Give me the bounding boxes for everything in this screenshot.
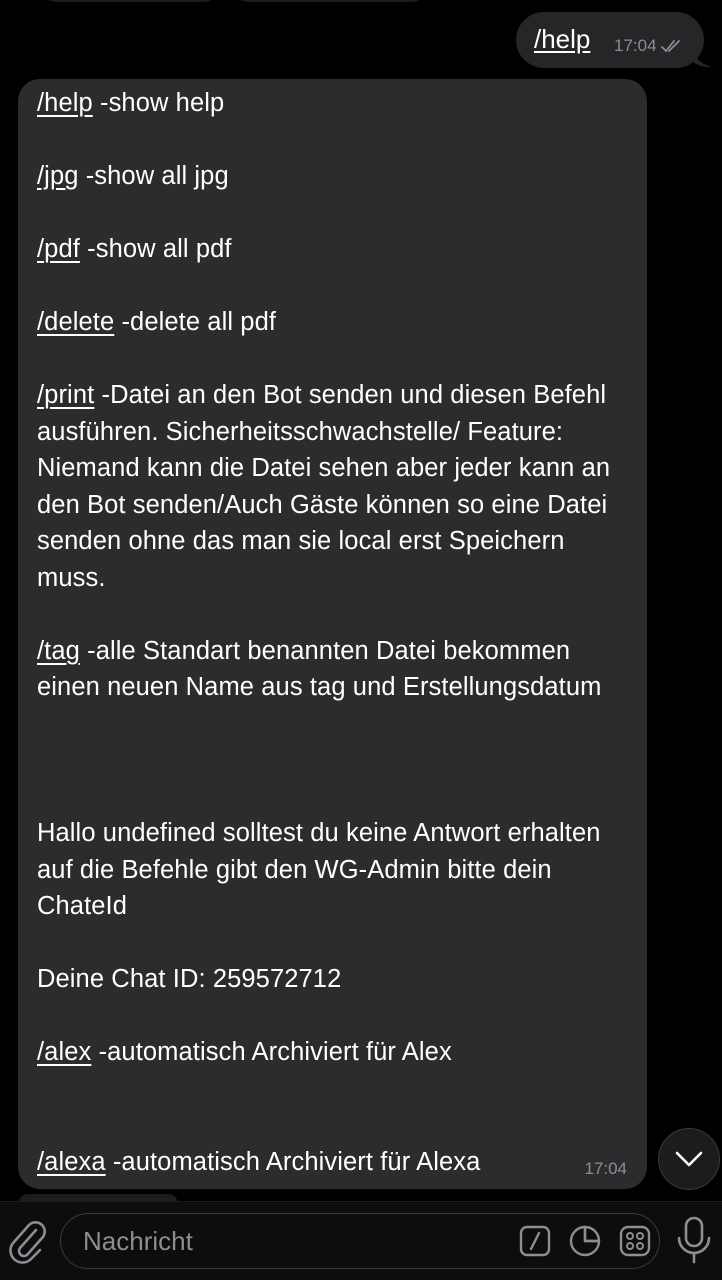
command-line-help: /help -show help — [37, 85, 637, 122]
previous-message-stub — [40, 0, 220, 2]
command-link[interactable]: /jpg — [37, 162, 79, 190]
info-text: Hallo undefined solltest du keine Antwor… — [37, 819, 608, 920]
scroll-down-button[interactable] — [658, 1128, 720, 1190]
command-line-tag: /tag -alle Standart benannten Datei beko… — [37, 633, 637, 706]
incoming-time: 17:04 — [584, 1159, 627, 1178]
microphone-icon[interactable] — [672, 1216, 716, 1266]
outgoing-command[interactable]: /help — [534, 24, 590, 55]
chat-screen: /help 17:04 /help -show help /jpg -show … — [0, 0, 722, 1280]
command-link[interactable]: /tag — [37, 637, 80, 665]
command-line-alex: /alex -automatisch Archiviert für Alex — [37, 1034, 637, 1071]
command-description: -automatisch Archiviert für Alexa — [105, 1147, 481, 1176]
command-description: -show help — [92, 89, 225, 117]
command-description: -show all pdf — [79, 235, 232, 263]
paperclip-icon[interactable] — [6, 1218, 48, 1264]
command-link[interactable]: /alexa — [37, 1148, 106, 1176]
command-description: -automatisch Archiviert für Alex — [91, 1038, 452, 1066]
outgoing-meta: 17:04 — [614, 36, 683, 56]
command-line-jpg: /jpg -show all jpg — [37, 158, 637, 195]
command-description: -show all jpg — [78, 162, 229, 190]
sticker-icon[interactable] — [569, 1225, 601, 1257]
chevron-down-icon — [675, 1151, 703, 1167]
command-link[interactable]: /pdf — [37, 235, 80, 263]
slash-command-icon[interactable] — [519, 1225, 551, 1257]
message-field[interactable] — [60, 1213, 660, 1269]
chat-id-text: Deine Chat ID: 259572712 — [37, 965, 342, 993]
command-link[interactable]: /help — [37, 89, 93, 117]
message-text: /help -show help /jpg -show all jpg /pdf… — [37, 85, 637, 1180]
grid-menu-icon[interactable] — [619, 1225, 651, 1257]
message-composer — [0, 1201, 722, 1280]
command-line-delete: /delete -delete all pdf — [37, 304, 637, 341]
command-link[interactable]: /delete — [37, 308, 114, 336]
command-line-pdf: /pdf -show all pdf — [37, 231, 637, 268]
outgoing-time: 17:04 — [614, 36, 657, 55]
command-link[interactable]: /print — [37, 381, 94, 409]
message-input[interactable] — [81, 1214, 505, 1269]
previous-message-stub — [232, 0, 428, 2]
command-description: -Datei an den Bot senden und diesen Befe… — [37, 381, 618, 592]
bubble-tail — [690, 40, 712, 68]
outgoing-message[interactable]: /help 17:04 — [516, 12, 704, 68]
read-checkmarks-icon — [660, 39, 683, 53]
command-line-alexa: /alexa -automatisch Archiviert für Alexa — [37, 1144, 637, 1181]
command-description: -delete all pdf — [114, 308, 277, 336]
incoming-message[interactable]: /help -show help /jpg -show all jpg /pdf… — [18, 79, 647, 1189]
command-line-print: /print -Datei an den Bot senden und dies… — [37, 377, 637, 596]
command-description: -alle Standart benannten Datei bekommen … — [37, 636, 602, 702]
command-link[interactable]: /alex — [37, 1038, 91, 1066]
